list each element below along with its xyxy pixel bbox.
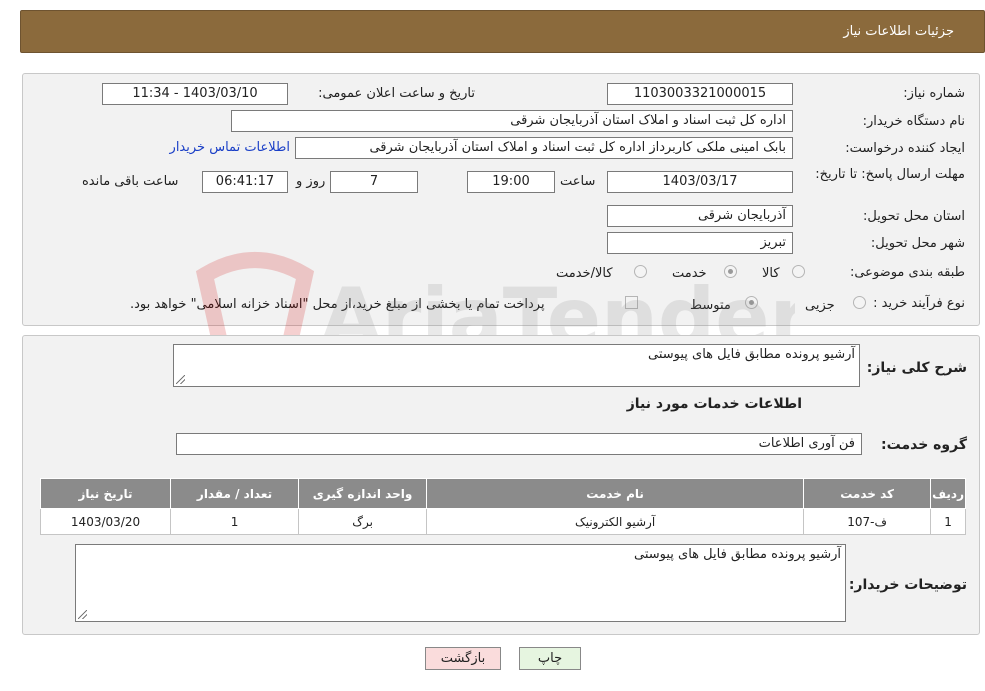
treasury-payment-note: پرداخت تمام یا بخشی از مبلغ خرید،از محل … — [130, 297, 545, 312]
services-title: اطلاعات خدمات مورد نیاز — [626, 396, 802, 412]
deadline-time-label: ساعت — [560, 174, 596, 189]
col-need-date: تاریخ نیاز — [39, 478, 172, 509]
summary-text: آرشیو پرونده مطابق فایل های پیوستی — [648, 347, 855, 362]
table-row: 1 ف-107 آرشیو الکترونیک برگ 1 1403/03/20 — [39, 508, 966, 535]
buyer-notes-text: آرشیو پرونده مطابق فایل های پیوستی — [634, 547, 841, 562]
col-service-code: کد خدمت — [803, 478, 932, 509]
buyer-notes-label: توضیحات خریدار: — [848, 577, 967, 593]
remaining-label: ساعت باقی مانده — [82, 174, 179, 189]
category-option-service: خدمت — [672, 266, 707, 281]
process-radio-minor[interactable] — [853, 296, 866, 309]
announce-field: 1403/03/10 - 11:34 — [102, 83, 288, 105]
category-radio-goods-service[interactable] — [634, 265, 647, 278]
city-field: تبریز — [607, 232, 793, 254]
days-field: 7 — [330, 171, 418, 193]
category-option-goods: کالا — [762, 266, 780, 281]
table-header-row: ردیف کد خدمت نام خدمت واحد اندازه گیری ت… — [39, 478, 966, 509]
buyer-contact-link[interactable]: اطلاعات تماس خریدار — [170, 140, 290, 155]
col-quantity: تعداد / مقدار — [170, 478, 300, 509]
category-radio-goods[interactable] — [792, 265, 805, 278]
days-label: روز و — [296, 174, 326, 189]
need-number-field: 1103003321000015 — [607, 83, 793, 105]
remaining-time-field: 06:41:17 — [202, 171, 288, 193]
city-label: شهر محل تحویل: — [870, 236, 965, 251]
process-option-medium: متوسط — [690, 298, 731, 313]
creator-label: ایجاد کننده درخواست: — [845, 141, 965, 156]
cell-service-code: ف-107 — [803, 508, 932, 535]
summary-textarea[interactable]: آرشیو پرونده مطابق فایل های پیوستی — [173, 344, 860, 387]
back-button[interactable]: بازگشت — [425, 647, 501, 670]
category-label: طبقه بندی موضوعی: — [849, 265, 965, 280]
province-field: آذربایجان شرقی — [607, 205, 793, 227]
province-label: استان محل تحویل: — [863, 209, 965, 224]
service-group-field: فن آوری اطلاعات — [176, 433, 862, 455]
process-radio-medium[interactable] — [745, 296, 758, 309]
cell-need-date: 1403/03/20 — [39, 508, 172, 535]
cell-quantity: 1 — [170, 508, 300, 535]
resize-grip-icon[interactable] — [176, 375, 185, 384]
buyer-org-label: نام دستگاه خریدار: — [862, 114, 965, 129]
cell-unit: برگ — [298, 508, 428, 535]
summary-label: شرح کلی نیاز: — [866, 360, 967, 376]
announce-label: تاریخ و ساعت اعلان عمومی: — [318, 86, 475, 101]
treasury-payment-checkbox[interactable] — [625, 296, 638, 309]
process-label: نوع فرآیند خرید : — [873, 296, 965, 311]
process-option-minor: جزیی — [805, 298, 835, 313]
need-number-label: شماره نیاز: — [903, 86, 965, 101]
cell-service-name: آرشیو الکترونیک — [426, 508, 805, 535]
col-service-name: نام خدمت — [426, 478, 805, 509]
buyer-notes-textarea[interactable]: آرشیو پرونده مطابق فایل های پیوستی — [75, 544, 846, 622]
buyer-org-field: اداره کل ثبت اسناد و املاک استان آذربایج… — [231, 110, 793, 132]
creator-field: بابک امینی ملکی کاربرداز اداره کل ثبت اس… — [295, 137, 793, 159]
print-button[interactable]: چاپ — [519, 647, 581, 670]
deadline-date-field: 1403/03/17 — [607, 171, 793, 193]
deadline-label: مهلت ارسال پاسخ: تا تاریخ: — [815, 167, 965, 182]
category-option-goods-service: کالا/خدمت — [556, 266, 613, 281]
deadline-time-field: 19:00 — [467, 171, 555, 193]
category-radio-service[interactable] — [724, 265, 737, 278]
page-title: جزئیات اطلاعات نیاز — [843, 24, 954, 39]
col-unit: واحد اندازه گیری — [298, 478, 428, 509]
resize-grip-icon[interactable] — [78, 610, 87, 619]
service-group-label: گروه خدمت: — [881, 437, 967, 453]
col-row: ردیف — [930, 478, 966, 509]
page-header: جزئیات اطلاعات نیاز — [20, 10, 985, 53]
cell-row: 1 — [930, 508, 966, 535]
services-table: ردیف کد خدمت نام خدمت واحد اندازه گیری ت… — [39, 478, 966, 535]
